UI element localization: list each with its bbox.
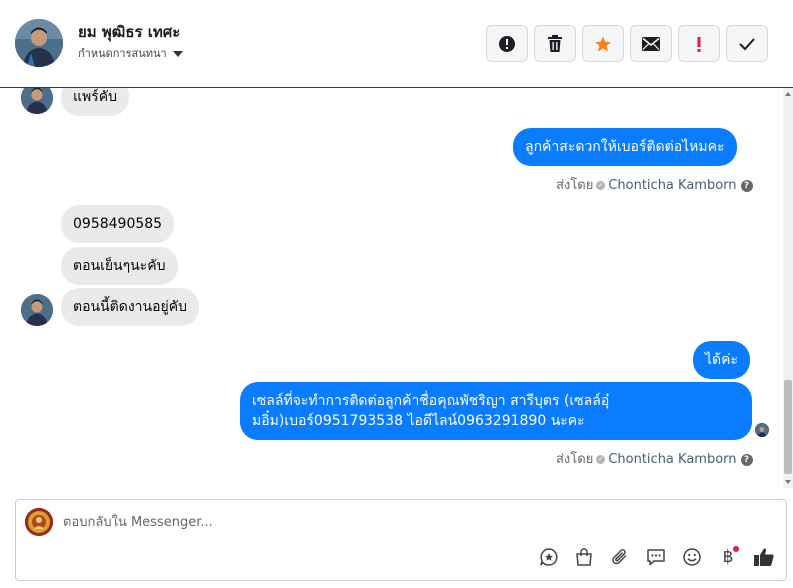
saved-reply-icon[interactable] [538, 546, 560, 568]
scroll-up-arrow-icon[interactable] [785, 92, 791, 96]
scroll-down-arrow-icon[interactable] [785, 480, 791, 484]
report-spam-button[interactable] [486, 25, 528, 62]
conversation-status-dropdown[interactable]: กำหนดการสนทนา [78, 44, 183, 62]
contact-name: ยม พุฒิธร เทศะ [78, 23, 181, 41]
scrollbar-thumb[interactable] [784, 380, 792, 474]
verified-check-icon: ✓ [596, 181, 606, 190]
shop-bag-icon[interactable] [573, 546, 595, 568]
sent-by-text: ส่งโดย [556, 178, 594, 193]
trash-icon [548, 34, 562, 52]
message-thread[interactable]: แพร์คับ ลูกค้าสะดวกให้เบอร์ติดต่อไหมคะ ส… [0, 88, 793, 488]
emoji-icon[interactable] [681, 546, 703, 568]
caret-down-icon [172, 51, 183, 57]
star-icon [595, 36, 611, 51]
baht-payment-icon[interactable]: ฿ [717, 546, 739, 568]
delete-button[interactable] [534, 25, 576, 62]
message-icon[interactable] [645, 546, 667, 568]
sent-by-label: ส่งโดย ✓ Chonticha Kamborn? [556, 174, 753, 195]
contact-avatar[interactable] [15, 19, 63, 67]
reply-composer: ฿ [15, 499, 787, 581]
star-button[interactable] [582, 25, 624, 62]
sent-by-label: ส่งโดย ✓ Chonticha Kamborn? [556, 448, 753, 469]
baht-symbol: ฿ [722, 547, 734, 567]
agent-name[interactable]: Chonticha Kamborn [608, 452, 736, 467]
contact-avatar-small [21, 88, 53, 114]
outgoing-message[interactable]: ลูกค้าสะดวกให้เบอร์ติดต่อไหมคะ [513, 128, 737, 166]
message-line: เซลล์ที่จะทำการติดต่อลูกค้าชื่อคุณพัชริญ… [252, 393, 610, 409]
verified-check-icon: ✓ [596, 455, 606, 464]
mark-unread-button[interactable] [630, 25, 672, 62]
help-icon[interactable]: ? [740, 179, 753, 192]
alert-circle-icon [499, 35, 515, 52]
help-icon[interactable]: ? [740, 453, 753, 466]
mark-done-button[interactable] [726, 25, 768, 62]
message-line: มอิ๋ม)เบอร์0951793538 ไอดีไลน์0963291890… [252, 413, 585, 429]
agent-name[interactable]: Chonticha Kamborn [608, 178, 736, 193]
checkmark-icon [739, 37, 755, 50]
reply-input[interactable] [63, 508, 763, 536]
sent-by-text: ส่งโดย [556, 452, 594, 467]
incoming-message[interactable]: 0958490585 [61, 205, 175, 243]
incoming-message[interactable]: ตอนเย็นๆนะคับ [61, 247, 178, 285]
thread-scrollbar[interactable] [783, 88, 793, 488]
outgoing-message[interactable]: ได้ค่ะ [693, 341, 751, 379]
exclamation-icon [697, 36, 701, 52]
envelope-icon [642, 36, 660, 51]
outgoing-message[interactable]: เซลล์ที่จะทำการติดต่อลูกค้าชื่อคุณพัชริญ… [240, 382, 752, 440]
seen-indicator-avatar [755, 423, 769, 437]
incoming-message[interactable]: ตอนนี้ติดงานอยู่คับ [61, 288, 199, 326]
incoming-message[interactable]: แพร์คับ [61, 88, 130, 116]
follow-up-button[interactable] [678, 25, 720, 62]
page-avatar [25, 508, 53, 536]
conversation-header: ยม พุฒิธร เทศะ กำหนดการสนทนา [0, 0, 793, 88]
notification-dot [733, 546, 739, 552]
conversation-status-label: กำหนดการสนทนา [78, 47, 167, 60]
contact-avatar-small [21, 294, 53, 326]
like-icon[interactable] [753, 546, 775, 568]
attach-icon[interactable] [609, 546, 631, 568]
